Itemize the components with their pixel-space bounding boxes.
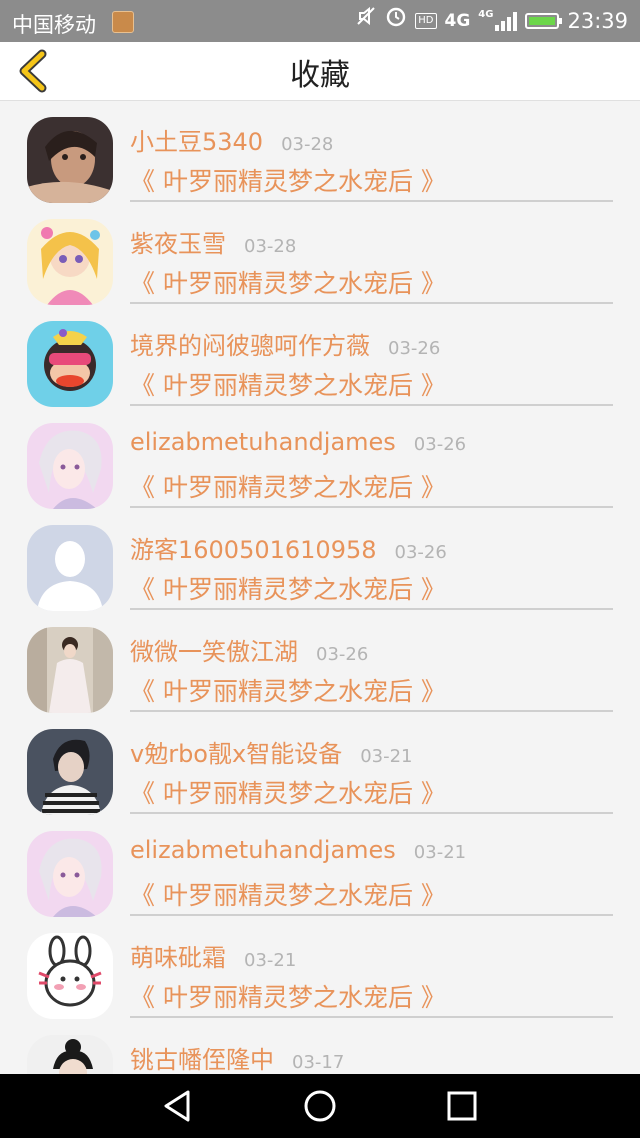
post-date: 03-26 <box>388 338 441 359</box>
status-indicators: HD 4G 4G 23:39 <box>355 0 628 42</box>
book-title[interactable]: 《 叶罗丽精灵梦之水宠后 》 <box>130 162 446 198</box>
favorite-item[interactable]: v勉rbo靓x智能设备 03-21 《 叶罗丽精灵梦之水宠后 》 <box>0 712 640 815</box>
user-name[interactable]: elizabmetuhandjames <box>130 428 396 456</box>
user-name[interactable]: 境界的闷彼骢呵作方薇 <box>130 326 370 361</box>
post-date: 03-26 <box>413 434 467 455</box>
gallery-icon <box>112 11 134 33</box>
post-date: 03-17 <box>292 1052 345 1073</box>
book-title[interactable]: 《 叶罗丽精灵梦之水宠后 》 <box>130 366 446 402</box>
book-title[interactable]: 《 叶罗丽精灵梦之水宠后 》 <box>130 264 446 300</box>
book-title[interactable]: 《 叶罗丽精灵梦之水宠后 》 <box>130 468 446 504</box>
post-date: 03-28 <box>244 236 297 257</box>
avatar[interactable] <box>27 627 113 713</box>
signal-icon <box>495 11 518 31</box>
nav-recents-button[interactable] <box>444 1088 480 1124</box>
name-line: 微微一笑傲江湖 03-26 <box>130 632 368 668</box>
hd-icon: HD <box>415 13 437 29</box>
user-name[interactable]: elizabmetuhandjames <box>130 836 396 864</box>
favorite-item[interactable]: elizabmetuhandjames 03-26 《 叶罗丽精灵梦之水宠后 》 <box>0 406 640 509</box>
avatar[interactable] <box>27 321 113 407</box>
user-name[interactable]: 萌味砒霜 <box>130 938 226 973</box>
book-title[interactable]: 《 叶罗丽精灵梦之水宠后 》 <box>130 570 446 606</box>
book-title[interactable]: 《 叶罗丽精灵梦之水宠后 》 <box>130 876 446 912</box>
name-line: 萌味砒霜 03-21 <box>130 938 296 974</box>
favorite-item[interactable]: 小土豆5340 03-28 《 叶罗丽精灵梦之水宠后 》 <box>0 100 640 203</box>
app-header: 收藏 <box>0 42 640 101</box>
user-name[interactable]: 微微一笑傲江湖 <box>130 632 298 667</box>
user-name[interactable]: 游客1600501610958 <box>130 530 377 565</box>
name-line: 紫夜玉雪 03-28 <box>130 224 296 260</box>
post-date: 03-26 <box>394 542 447 563</box>
avatar[interactable] <box>27 525 113 611</box>
avatar[interactable] <box>27 219 113 305</box>
name-line: v勉rbo靓x智能设备 03-21 <box>130 734 413 770</box>
battery-charging-icon <box>525 13 563 29</box>
carrier-name: 中国移动 <box>12 13 96 37</box>
nav-home-button[interactable] <box>302 1088 338 1124</box>
favorites-list[interactable]: 小土豆5340 03-28 《 叶罗丽精灵梦之水宠后 》 紫夜玉雪 03-28 … <box>0 100 640 1074</box>
mute-icon <box>355 0 377 42</box>
book-title[interactable]: 《 叶罗丽精灵梦之水宠后 》 <box>130 672 446 708</box>
back-triangle-icon <box>164 1090 190 1122</box>
status-bar: 中国移动 HD 4G 4G 23:39 <box>0 0 640 42</box>
clock: 23:39 <box>567 9 628 33</box>
avatar[interactable] <box>27 1035 113 1074</box>
book-title[interactable]: 《 叶罗丽精灵梦之水宠后 》 <box>130 774 446 810</box>
post-date: 03-26 <box>316 644 369 665</box>
avatar[interactable] <box>27 831 113 917</box>
favorite-item[interactable]: elizabmetuhandjames 03-21 《 叶罗丽精灵梦之水宠后 》 <box>0 814 640 917</box>
favorite-item[interactable]: 铫古幡侄隆中 03-17 <box>0 1018 640 1074</box>
favorite-item[interactable]: 游客1600501610958 03-26 《 叶罗丽精灵梦之水宠后 》 <box>0 508 640 611</box>
recents-square-icon <box>447 1091 477 1121</box>
name-line: elizabmetuhandjames 03-21 <box>130 836 466 872</box>
avatar[interactable] <box>27 729 113 815</box>
name-line: 游客1600501610958 03-26 <box>130 530 447 566</box>
home-circle-icon <box>304 1090 336 1122</box>
user-name[interactable]: 铫古幡侄隆中 <box>130 1040 274 1074</box>
favorite-item[interactable]: 萌味砒霜 03-21 《 叶罗丽精灵梦之水宠后 》 <box>0 916 640 1019</box>
name-line: 小土豆5340 03-28 <box>130 122 333 158</box>
avatar[interactable] <box>27 117 113 203</box>
name-line: 境界的闷彼骢呵作方薇 03-26 <box>130 326 440 362</box>
avatar[interactable] <box>27 933 113 1019</box>
post-date: 03-21 <box>244 950 297 971</box>
avatar[interactable] <box>27 423 113 509</box>
favorite-item[interactable]: 境界的闷彼骢呵作方薇 03-26 《 叶罗丽精灵梦之水宠后 》 <box>0 304 640 407</box>
network-type: 4G <box>444 11 471 31</box>
system-nav-bar <box>0 1074 640 1138</box>
post-date: 03-21 <box>360 746 413 767</box>
name-line: elizabmetuhandjames 03-26 <box>130 428 466 464</box>
favorite-item[interactable]: 微微一笑傲江湖 03-26 《 叶罗丽精灵梦之水宠后 》 <box>0 610 640 713</box>
network-type-small: 4G <box>478 8 494 20</box>
post-date: 03-28 <box>281 134 334 155</box>
favorite-item[interactable]: 紫夜玉雪 03-28 《 叶罗丽精灵梦之水宠后 》 <box>0 202 640 305</box>
nav-back-button[interactable] <box>160 1088 196 1124</box>
user-name[interactable]: 小土豆5340 <box>130 122 263 157</box>
alarm-icon <box>385 0 407 42</box>
name-line: 铫古幡侄隆中 03-17 <box>130 1040 344 1074</box>
user-name[interactable]: 紫夜玉雪 <box>130 224 226 259</box>
post-date: 03-21 <box>413 842 467 863</box>
user-name[interactable]: v勉rbo靓x智能设备 <box>130 734 342 769</box>
book-title[interactable]: 《 叶罗丽精灵梦之水宠后 》 <box>130 978 446 1014</box>
